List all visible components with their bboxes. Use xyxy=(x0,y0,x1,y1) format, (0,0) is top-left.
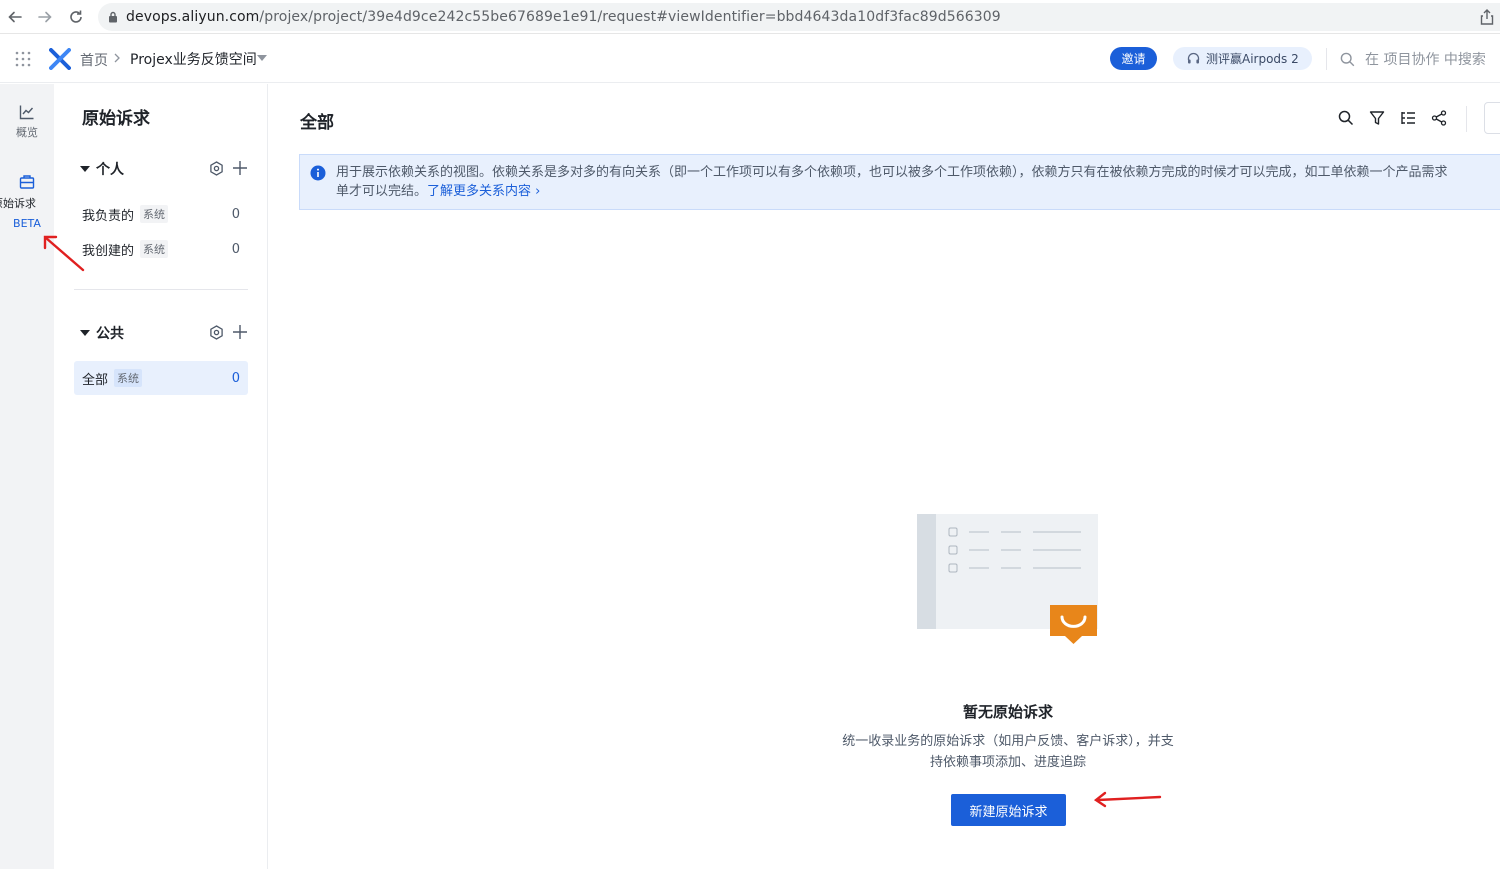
more-actions-button[interactable] xyxy=(1484,102,1500,134)
search-icon xyxy=(1340,52,1355,66)
grid-icon xyxy=(15,51,31,67)
info-notice: 用于展示依赖关系的视图。依赖关系是多对多的有向关系（即一个工作项可以有多个依赖项… xyxy=(299,154,1500,210)
filter-icon[interactable] xyxy=(1369,110,1385,126)
breadcrumb-home[interactable]: 首页 xyxy=(80,50,108,70)
share-nodes-icon[interactable] xyxy=(1431,110,1447,126)
view-item-label: 我负责的 xyxy=(82,208,135,224)
system-tag: 系统 xyxy=(140,240,169,258)
rail-overview-label: 概览 xyxy=(16,126,38,139)
settings-icon[interactable] xyxy=(209,324,224,340)
url-host: devops.aliyun.com xyxy=(126,9,260,25)
app-launcher-button[interactable] xyxy=(15,51,31,67)
group-personal[interactable]: 个人 xyxy=(80,158,248,180)
views-sidebar: 原始诉求 个人 我负责的 系统 0 我创建的 系统 0 公共 全部 系统 0 xyxy=(54,84,268,869)
browser-toolbar: devops.aliyun.com/projex/project/39e4d9c… xyxy=(0,0,1500,34)
toolbar-divider xyxy=(1466,106,1467,132)
search-placeholder: 在 项目协作 中搜索 xyxy=(1365,52,1486,68)
view-item-assigned[interactable]: 我负责的 系统 0 xyxy=(74,197,248,231)
promo-label: 测评赢Airpods 2 xyxy=(1206,52,1299,66)
view-item-count: 0 xyxy=(231,206,240,222)
invite-button[interactable]: 邀请 xyxy=(1110,47,1157,70)
group-public-label: 公共 xyxy=(96,326,124,342)
page-title: 全部 xyxy=(300,113,334,133)
view-item-all[interactable]: 全部 系统 0 xyxy=(74,361,248,395)
view-toolbar xyxy=(1338,110,1447,126)
main-content: 全部 用于展示依赖关系的视图。依赖关系是多对多的有向关系（即一个工作项可以有多个… xyxy=(268,84,1500,869)
beta-badge: BETA xyxy=(13,217,41,230)
sidebar-title: 原始诉求 xyxy=(82,109,150,129)
plus-icon[interactable] xyxy=(232,160,248,176)
empty-illustration xyxy=(917,514,1099,646)
forward-button[interactable] xyxy=(30,2,60,32)
rail-item-overview[interactable]: 概览 xyxy=(0,104,54,140)
notice-line-1: 用于展示依赖关系的视图。依赖关系是多对多的有向关系（即一个工作项可以有多个依赖项… xyxy=(336,165,1448,180)
view-item-label: 我创建的 xyxy=(82,243,135,259)
global-search[interactable]: 在 项目协作 中搜索 xyxy=(1340,49,1486,69)
notice-line-2: 单才可以完结。了解更多关系内容 › xyxy=(336,182,1500,201)
arrow-right-icon xyxy=(38,11,52,23)
projex-logo-icon[interactable] xyxy=(49,48,71,70)
rail-item-requests[interactable]: 原始诉求 BETA xyxy=(0,174,54,230)
breadcrumb-project[interactable]: Projex业务反馈空间 xyxy=(130,49,257,69)
empty-desc-line-1: 统一收录业务的原始诉求（如用户反馈、客户诉求），并支 xyxy=(842,734,1174,749)
plus-icon[interactable] xyxy=(232,324,248,340)
reload-button[interactable] xyxy=(61,2,91,32)
sidebar-divider xyxy=(74,289,248,290)
caret-down-icon[interactable] xyxy=(80,166,90,172)
annotation-arrow-icon xyxy=(1093,791,1162,808)
annotation-arrow-icon xyxy=(43,235,85,272)
header-divider xyxy=(1326,48,1327,70)
empty-title: 暂无原始诉求 xyxy=(962,703,1053,721)
url-text: devops.aliyun.com/projex/project/39e4d9c… xyxy=(126,9,1001,25)
learn-more-link[interactable]: 了解更多关系内容 › xyxy=(427,184,540,199)
caret-down-icon[interactable] xyxy=(257,55,267,61)
lock-icon xyxy=(109,11,117,23)
group-personal-label: 个人 xyxy=(96,162,124,178)
learn-more-label: 了解更多关系内容 xyxy=(427,184,532,199)
back-button[interactable] xyxy=(0,2,30,32)
address-bar[interactable]: devops.aliyun.com/projex/project/39e4d9c… xyxy=(98,3,1500,31)
empty-desc-line-2: 持依赖事项添加、进度追踪 xyxy=(929,755,1086,770)
view-item-label: 全部 xyxy=(82,372,109,388)
arrow-left-icon xyxy=(8,11,22,23)
headphones-icon xyxy=(1187,52,1200,64)
create-request-button[interactable]: 新建原始诉求 xyxy=(951,794,1066,826)
share-page-button[interactable] xyxy=(1480,9,1494,25)
line-chart-icon xyxy=(19,105,34,120)
chevron-right-icon xyxy=(113,53,121,63)
search-icon[interactable] xyxy=(1338,110,1354,126)
settings-icon[interactable] xyxy=(209,160,224,176)
system-tag: 系统 xyxy=(114,369,143,387)
share-icon xyxy=(1480,9,1494,25)
view-item-count: 0 xyxy=(231,241,240,257)
notice-text: 单才可以完结。 xyxy=(336,184,428,199)
app-header: 首页 Projex业务反馈空间 邀请 测评赢Airpods 2 在 项目协作 中… xyxy=(0,35,1500,83)
group-public[interactable]: 公共 xyxy=(80,322,248,344)
list-tree-icon[interactable] xyxy=(1400,110,1416,126)
view-item-created[interactable]: 我创建的 系统 0 xyxy=(74,232,248,266)
promo-banner[interactable]: 测评赢Airpods 2 xyxy=(1173,47,1312,70)
url-path: /projex/project/39e4d9ce242c55be67689e1e… xyxy=(259,9,1001,25)
caret-down-icon[interactable] xyxy=(80,330,90,336)
system-tag: 系统 xyxy=(140,205,169,223)
rail-requests-label: 原始诉求 xyxy=(0,197,36,210)
info-icon xyxy=(310,165,326,181)
view-item-count: 0 xyxy=(231,370,240,386)
module-rail: 概览 原始诉求 BETA xyxy=(0,84,54,869)
reload-icon xyxy=(70,10,82,23)
empty-description: 统一收录业务的原始诉求（如用户反馈、客户诉求），并支 持依赖事项添加、进度追踪 xyxy=(818,731,1198,773)
inbox-icon xyxy=(19,175,35,189)
